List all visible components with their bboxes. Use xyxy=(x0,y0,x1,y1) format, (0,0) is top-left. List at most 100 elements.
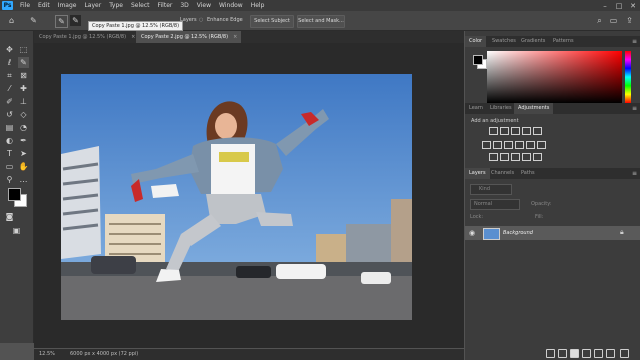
hue-saturation-icon[interactable] xyxy=(482,141,491,149)
maximize-icon[interactable]: □ xyxy=(612,2,626,10)
panel-menu-icon[interactable]: ≡ xyxy=(632,103,637,114)
path-selection-icon[interactable]: ➤ xyxy=(18,148,29,159)
pen-tool-icon[interactable]: ✒ xyxy=(18,135,29,146)
color-lookup-icon[interactable] xyxy=(537,141,546,149)
home-icon[interactable]: ⌂ xyxy=(6,15,17,26)
tab-copy-paste-2[interactable]: Copy Paste 2.jpg @ 12.5% (RGB/8) × xyxy=(136,31,241,43)
dodge-tool-icon[interactable]: ◐ xyxy=(4,135,15,146)
quick-selection-tool-icon[interactable]: ✎ xyxy=(18,57,29,68)
shape-tool-icon[interactable]: ▭ xyxy=(4,161,15,172)
color-picker-field[interactable] xyxy=(487,51,622,103)
photo-filter-icon[interactable] xyxy=(515,141,524,149)
new-group-icon[interactable] xyxy=(594,349,603,358)
hue-slider[interactable] xyxy=(625,51,631,103)
layer-filter-kind[interactable]: Kind xyxy=(470,184,512,195)
stamp-tool-icon[interactable]: ⊥ xyxy=(18,96,29,107)
adjustment-layer-icon[interactable] xyxy=(582,349,591,358)
search-icon[interactable]: ⌕ xyxy=(594,15,605,26)
posterize-icon[interactable] xyxy=(500,153,509,161)
panel-menu-icon[interactable]: ≡ xyxy=(632,36,637,47)
minimize-icon[interactable]: – xyxy=(598,2,612,10)
tab-patterns[interactable]: Patterns xyxy=(549,36,578,47)
menu-type[interactable]: Type xyxy=(105,2,127,9)
gradient-tool-icon[interactable]: ▤ xyxy=(4,122,15,133)
brush-tool-icon[interactable]: ✐ xyxy=(4,96,15,107)
move-tool-icon[interactable]: ✥ xyxy=(4,44,15,55)
menu-select[interactable]: Select xyxy=(127,2,154,9)
levels-icon[interactable] xyxy=(500,127,509,135)
screen-mode-icon[interactable]: ▣ xyxy=(11,225,22,236)
vibrance-icon[interactable] xyxy=(533,127,542,135)
tab-swatches[interactable]: Swatches xyxy=(488,36,520,47)
menu-help[interactable]: Help xyxy=(247,2,269,9)
menu-image[interactable]: Image xyxy=(54,2,81,9)
add-mask-icon[interactable] xyxy=(570,349,579,358)
eyedropper-tool-icon[interactable]: ⁄ xyxy=(4,83,15,94)
tab-close-icon[interactable]: × xyxy=(131,34,135,40)
healing-tool-icon[interactable]: ✚ xyxy=(18,83,29,94)
channel-mixer-icon[interactable] xyxy=(526,141,535,149)
tab-copy-paste-1[interactable]: Copy Paste 1.jpg @ 12.5% (RGB/8) × xyxy=(34,31,139,43)
menu-filter[interactable]: Filter xyxy=(154,2,177,9)
threshold-icon[interactable] xyxy=(511,153,520,161)
tab-learn[interactable]: Learn xyxy=(465,103,487,114)
select-and-mask-button[interactable]: Select and Mask... xyxy=(297,15,345,28)
document-image[interactable] xyxy=(61,74,412,320)
lasso-tool-icon[interactable]: ℓ xyxy=(4,57,15,68)
select-subject-button[interactable]: Select Subject xyxy=(250,15,294,28)
panel-menu-icon[interactable]: ≡ xyxy=(632,168,637,179)
workspace-icon[interactable]: ▭ xyxy=(608,15,619,26)
delete-layer-icon[interactable] xyxy=(620,349,629,358)
visibility-eye-icon[interactable]: ◉ xyxy=(469,229,475,237)
curves-icon[interactable] xyxy=(511,127,520,135)
tab-paths[interactable]: Paths xyxy=(517,168,539,179)
layer-name[interactable]: Background xyxy=(503,230,533,236)
quick-mask-icon[interactable]: ◙ xyxy=(4,211,15,222)
crop-tool-icon[interactable]: ⌗ xyxy=(4,70,15,81)
new-layer-icon[interactable] xyxy=(606,349,615,358)
marquee-tool-icon[interactable]: ⬚ xyxy=(18,44,29,55)
blur-tool-icon[interactable]: ◔ xyxy=(18,122,29,133)
tab-color[interactable]: Color xyxy=(465,36,487,47)
hand-tool-icon[interactable]: ✋ xyxy=(18,161,29,172)
enhance-edge-label[interactable]: Enhance Edge xyxy=(207,15,243,26)
frame-tool-icon[interactable]: ⊠ xyxy=(18,70,29,81)
tab-channels[interactable]: Channels xyxy=(487,168,518,179)
type-tool-icon[interactable]: T xyxy=(4,148,15,159)
exposure-icon[interactable] xyxy=(522,127,531,135)
enhance-edge-checkbox[interactable]: ○ xyxy=(199,15,203,26)
lock-icon[interactable]: 🔒︎ xyxy=(620,228,624,237)
add-to-selection-icon[interactable]: ✎ xyxy=(70,15,81,26)
fx-icon[interactable] xyxy=(558,349,567,358)
tab-gradients[interactable]: Gradients xyxy=(517,36,549,47)
menu-window[interactable]: Window xyxy=(215,2,247,9)
invert-icon[interactable] xyxy=(489,153,498,161)
brightness-contrast-icon[interactable] xyxy=(489,127,498,135)
menu-view[interactable]: View xyxy=(193,2,215,9)
tab-adjustments[interactable]: Adjustments xyxy=(514,103,554,114)
selective-color-icon[interactable] xyxy=(533,153,542,161)
gradient-map-icon[interactable] xyxy=(522,153,531,161)
black-white-icon[interactable] xyxy=(504,141,513,149)
foreground-color-swatch[interactable] xyxy=(8,188,21,201)
quick-selection-tool-icon[interactable]: ✎ xyxy=(28,15,39,26)
menu-edit[interactable]: Edit xyxy=(34,2,54,9)
blend-mode-select[interactable]: Normal xyxy=(470,199,520,210)
zoom-tool-icon[interactable]: ⚲ xyxy=(4,174,15,185)
link-layers-icon[interactable] xyxy=(546,349,555,358)
menu-file[interactable]: File xyxy=(16,2,34,9)
tab-close-icon[interactable]: × xyxy=(233,34,237,40)
close-icon[interactable]: ✕ xyxy=(626,2,640,10)
tab-libraries[interactable]: Libraries xyxy=(486,103,516,114)
color-balance-icon[interactable] xyxy=(493,141,502,149)
menu-3d[interactable]: 3D xyxy=(176,2,192,9)
history-brush-icon[interactable]: ↺ xyxy=(4,109,15,120)
zoom-level[interactable]: 12.5% xyxy=(39,351,55,357)
more-tools-icon[interactable]: … xyxy=(18,174,29,185)
new-selection-icon[interactable]: ✎ xyxy=(55,15,68,28)
layer-row-background[interactable]: ◉ Background 🔒︎ xyxy=(465,226,640,240)
menu-layer[interactable]: Layer xyxy=(80,2,105,9)
eraser-tool-icon[interactable]: ◇ xyxy=(18,109,29,120)
share-icon[interactable]: ⇪ xyxy=(624,15,635,26)
fg-color-chip[interactable] xyxy=(473,55,483,65)
